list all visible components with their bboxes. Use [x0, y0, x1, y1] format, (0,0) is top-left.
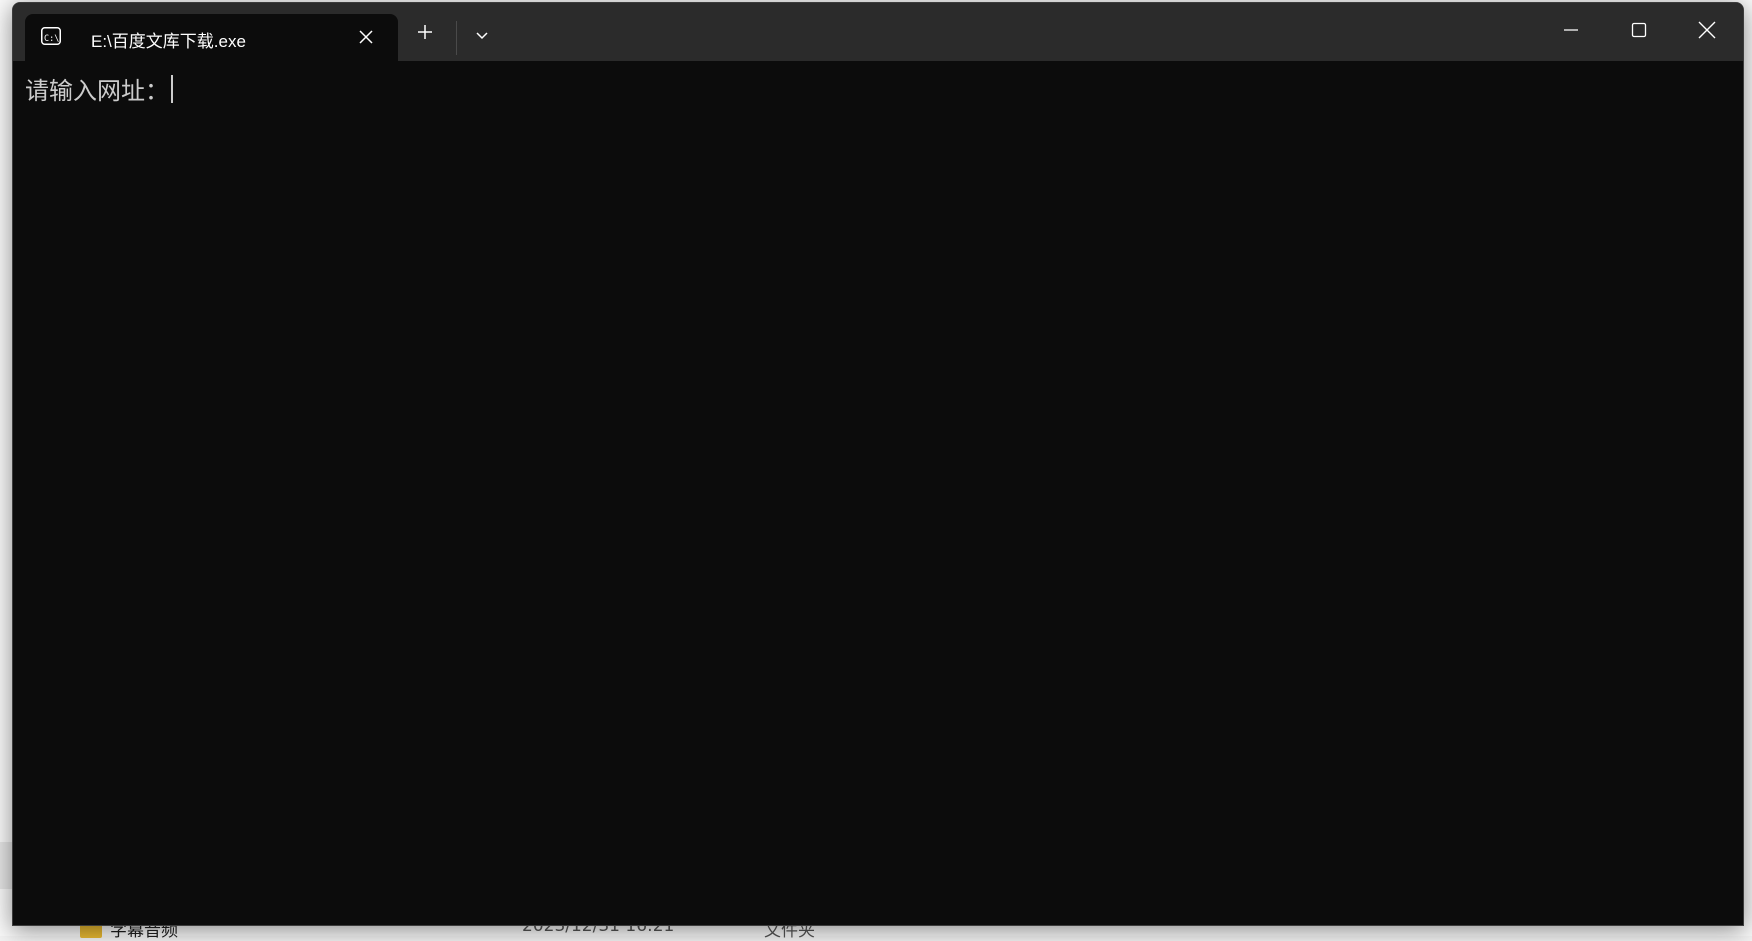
chevron-down-icon: [475, 25, 489, 44]
title-bar[interactable]: C:\ E:\百度文库下载.exe: [13, 3, 1743, 61]
tab-close-icon[interactable]: [355, 26, 377, 48]
plus-icon: [417, 24, 433, 44]
tab-title: E:\百度文库下载.exe: [91, 32, 246, 51]
close-window-button[interactable]: [1673, 3, 1741, 61]
close-icon: [1698, 21, 1716, 43]
console-icon: C:\: [41, 27, 61, 45]
text-cursor: [171, 74, 173, 103]
profile-dropdown-button[interactable]: [465, 17, 499, 51]
console-prompt: 请输入网址：: [25, 77, 169, 105]
new-tab-button[interactable]: [406, 17, 444, 51]
minimize-button[interactable]: [1537, 3, 1605, 61]
minimize-icon: [1563, 22, 1579, 42]
terminal-window: C:\ E:\百度文库下载.exe 请输入网址：: [12, 2, 1744, 926]
console-area[interactable]: 请输入网址：: [13, 61, 1743, 925]
console-prompt-line: 请输入网址：: [25, 71, 173, 106]
maximize-icon: [1631, 22, 1647, 42]
svg-text:C:\: C:\: [44, 34, 59, 44]
maximize-button[interactable]: [1605, 3, 1673, 61]
tab-active[interactable]: C:\ E:\百度文库下载.exe: [25, 14, 398, 61]
tab-separator: [456, 21, 457, 55]
